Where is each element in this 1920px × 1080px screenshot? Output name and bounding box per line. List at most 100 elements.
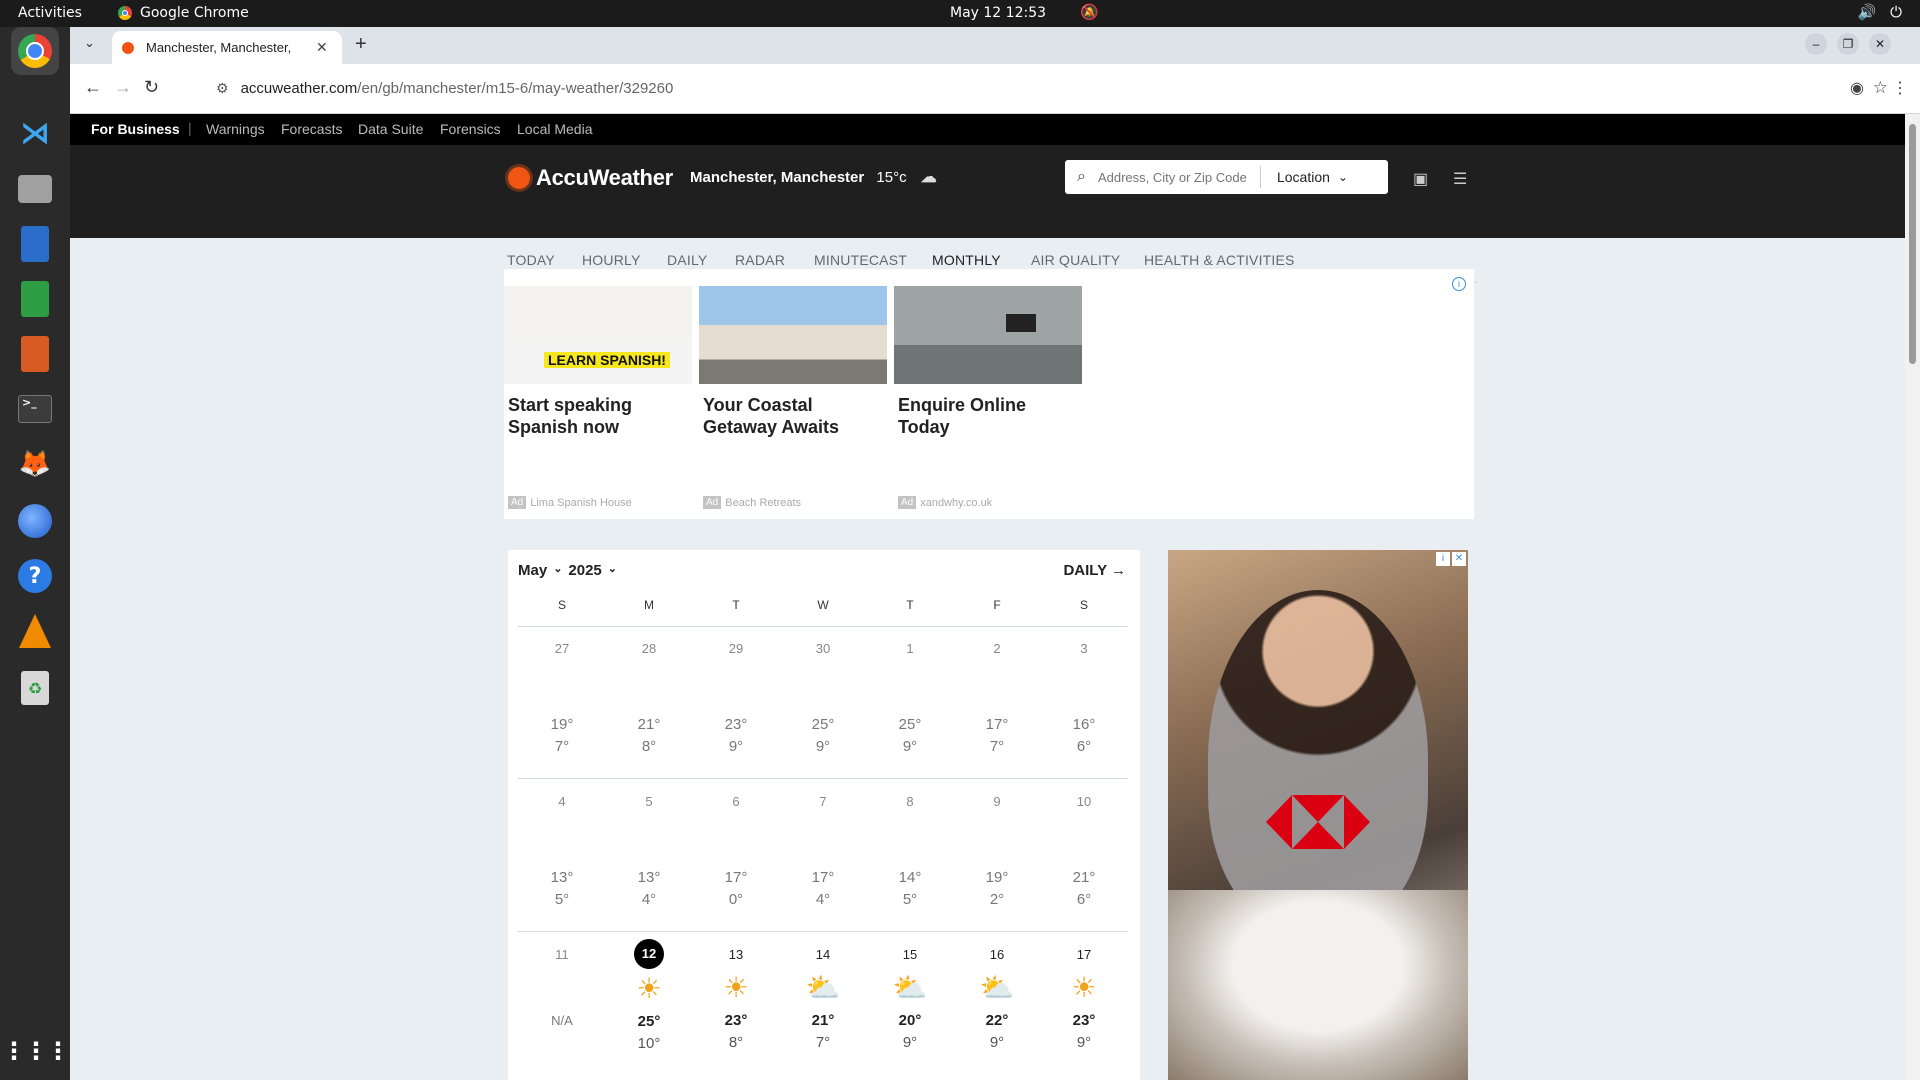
minimize-icon[interactable]: – (1805, 33, 1827, 55)
dock-terminal[interactable]: >_ (11, 385, 59, 433)
high-temp: 21° (637, 716, 661, 733)
accuweather-favicon-icon (122, 41, 134, 54)
day-cell[interactable]: 2 17° 7° (967, 636, 1027, 755)
forensics-link[interactable]: Forensics (440, 121, 501, 137)
thunderbird-icon (18, 504, 52, 538)
ad-card[interactable]: Enquire Online Today Ad xandwhy.co.uk (894, 286, 1082, 509)
tab-daily[interactable]: DAILY (667, 252, 707, 268)
dock-app-grid[interactable]: ⋮⋮⋮ (2, 1027, 70, 1075)
day-cell[interactable]: 3 16° 6° (1054, 636, 1114, 755)
dock-files[interactable] (11, 165, 59, 213)
scrollbar-thumb[interactable] (1909, 124, 1916, 364)
day-cell[interactable]: 4 13° 5° (532, 789, 592, 908)
side-ad[interactable]: i ✕ (1168, 550, 1468, 1080)
dock-thunderbird[interactable] (11, 497, 59, 545)
bookmark-star-icon[interactable]: ☆ (1873, 78, 1888, 98)
new-tab-icon[interactable]: + (355, 33, 367, 56)
search-icon: ⌕ (1077, 168, 1086, 185)
search-input[interactable] (1095, 168, 1250, 186)
activities-button[interactable]: Activities (18, 5, 82, 21)
sunny-icon: ☀ (723, 972, 749, 1003)
current-location[interactable]: Manchester, Manchester 15°c ☁ (690, 167, 937, 187)
tab-close-icon[interactable]: ✕ (316, 39, 328, 56)
day-cell[interactable]: 15 ⛅ 20° 9° (880, 942, 940, 1051)
dock-chrome[interactable] (11, 27, 59, 75)
day-cell[interactable]: 8 14° 5° (880, 789, 940, 908)
reload-icon[interactable]: ↻ (144, 77, 159, 98)
dock-help[interactable]: ? (11, 552, 59, 600)
day-cell[interactable]: 7 17° 4° (793, 789, 853, 908)
day-cell[interactable]: 11 N/A (532, 942, 592, 1028)
dock-gimp[interactable]: 🦊 (11, 440, 59, 488)
dock-calc[interactable] (11, 275, 59, 323)
for-business-link[interactable]: For Business (91, 121, 180, 137)
data-suite-link[interactable]: Data Suite (358, 121, 423, 137)
day-cell[interactable]: 1 25° 9° (880, 636, 940, 755)
day-cell[interactable]: 10 21° 6° (1054, 789, 1114, 908)
dock-impress[interactable] (11, 330, 59, 378)
local-media-link[interactable]: Local Media (517, 121, 593, 137)
day-cell-today[interactable]: 12 ☀ 25° 10° (619, 939, 679, 1052)
day-cell[interactable]: 28 21° 8° (619, 636, 679, 755)
low-temp: 2° (989, 891, 1005, 908)
address-bar[interactable]: ⚙ accuweather.com/en/gb/manchester/m15-6… (206, 70, 1888, 106)
back-icon[interactable]: ← (84, 77, 102, 98)
forecasts-link[interactable]: Forecasts (281, 121, 342, 137)
dock-trash[interactable]: ♻ (11, 664, 59, 712)
day-number: 11 (555, 947, 569, 962)
ad-info-icon[interactable]: i (1452, 277, 1466, 291)
day-number: 3 (1080, 641, 1088, 656)
chevron-down-icon[interactable]: ⌄ (553, 562, 562, 579)
day-cell[interactable]: 6 17° 0° (706, 789, 766, 908)
tab-monthly[interactable]: MONTHLY (932, 252, 1001, 268)
day-cell[interactable]: 30 25° 9° (793, 636, 853, 755)
low-temp: 0° (728, 891, 744, 908)
day-cell[interactable]: 5 13° 4° (619, 789, 679, 908)
tab-hourly[interactable]: HOURLY (582, 252, 641, 268)
tab-health-activities[interactable]: HEALTH & ACTIVITIES (1144, 252, 1295, 268)
no-icon (1054, 662, 1114, 702)
dock-writer[interactable] (11, 220, 59, 268)
clock[interactable]: May 12 12:53 (950, 5, 1046, 21)
system-menu[interactable]: 🔊 ⏻ (1857, 3, 1902, 21)
ad-card[interactable]: LEARN SPANISH! Start speaking Spanish no… (504, 286, 692, 509)
tab-radar[interactable]: RADAR (735, 252, 785, 268)
year-select[interactable]: 2025 (568, 562, 601, 579)
day-cell[interactable]: 13 ☀ 23° 8° (706, 942, 766, 1051)
dock-vlc[interactable] (11, 607, 59, 655)
day-cell[interactable]: 27 19° 7° (532, 636, 592, 755)
ad-close-icon[interactable]: ✕ (1452, 552, 1466, 566)
day-cell[interactable]: 14 ⛅ 21° 7° (793, 942, 853, 1051)
chevron-down-icon[interactable]: ⌄ (608, 562, 617, 579)
menu-kebab-icon[interactable]: ⋮ (1892, 78, 1908, 98)
day-number: 7 (819, 794, 827, 809)
daily-link[interactable]: DAILY → (1063, 562, 1126, 579)
day-cell[interactable]: 17 ☀ 23° 9° (1054, 942, 1114, 1051)
forward-icon[interactable]: → (114, 77, 132, 98)
accuweather-logo[interactable]: AccuWeather (508, 165, 673, 191)
close-window-icon[interactable]: ✕ (1869, 33, 1891, 55)
tab-minutecast[interactable]: MINUTECAST (814, 252, 907, 268)
ad-card[interactable]: Your Coastal Getaway Awaits Ad Beach Retr… (699, 286, 887, 509)
tab-air-quality[interactable]: AIR QUALITY (1031, 252, 1120, 268)
tab-search-chevron-icon[interactable]: ⌄ (84, 35, 95, 51)
chevron-down-icon[interactable]: ⌄ (1338, 170, 1348, 184)
location-button[interactable]: Location (1277, 169, 1330, 185)
page-scrollbar[interactable] (1905, 114, 1920, 1080)
hamburger-menu-icon[interactable]: ☰ (1453, 169, 1467, 189)
tab-accuweather[interactable]: Manchester, Manchester, ✕ (112, 31, 342, 64)
day-cell[interactable]: 29 23° 9° (706, 636, 766, 755)
video-icon[interactable]: ▣ (1413, 169, 1428, 189)
profile-icon[interactable]: ◉ (1850, 78, 1864, 98)
ad-info-icon[interactable]: i (1436, 552, 1450, 566)
site-info-icon[interactable]: ⚙ (216, 80, 229, 97)
dock-vscode[interactable]: ⋊ (11, 109, 59, 157)
warnings-link[interactable]: Warnings (206, 121, 265, 137)
day-cell[interactable]: 9 19° 2° (967, 789, 1027, 908)
month-select[interactable]: May (518, 562, 547, 579)
business-bar: For Business | Warnings Forecasts Data S… (70, 114, 1905, 145)
app-menu[interactable]: Google Chrome (118, 5, 249, 21)
tab-today[interactable]: TODAY (507, 252, 555, 268)
day-cell[interactable]: 16 ⛅ 22° 9° (967, 942, 1027, 1051)
restore-icon[interactable]: ❐ (1837, 33, 1859, 55)
